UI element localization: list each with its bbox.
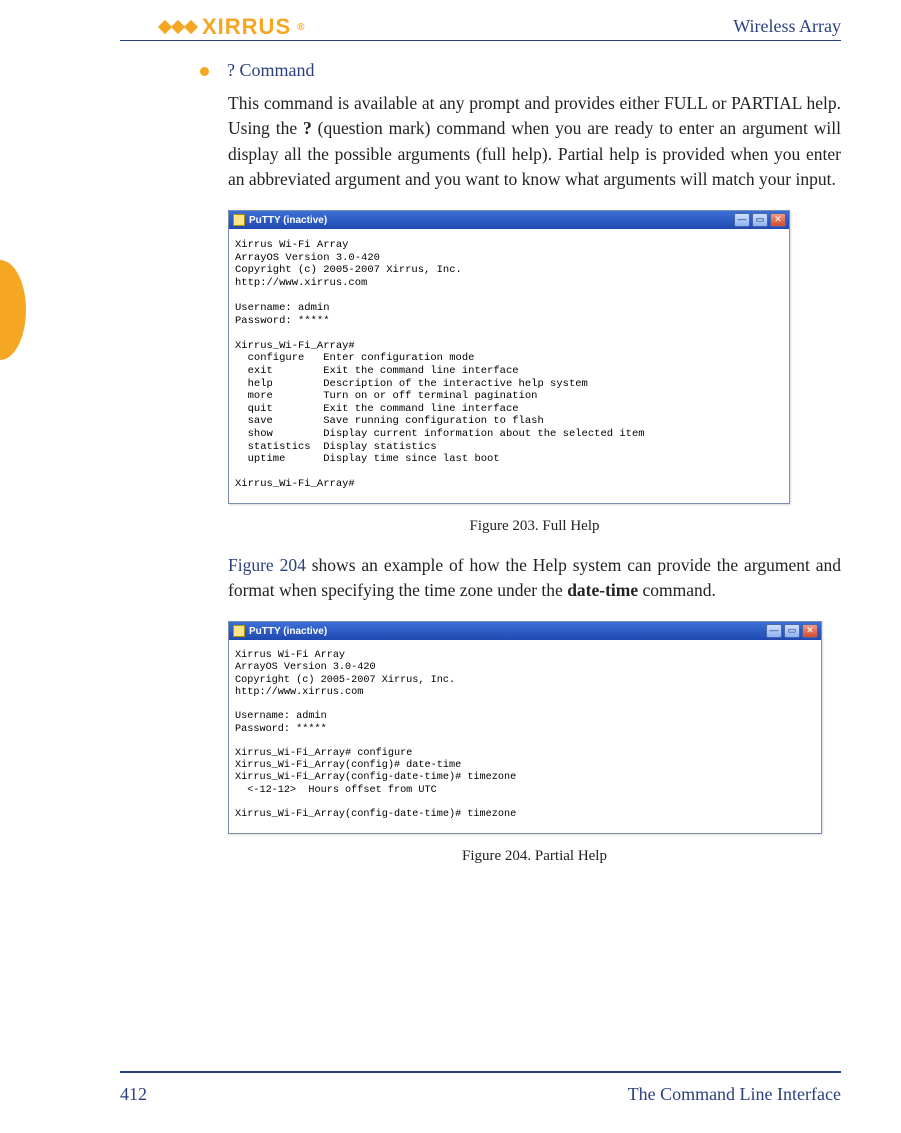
p1-text-b: (question mark) command when you are rea…	[228, 118, 841, 189]
brand-logo: XIRRUS ®	[160, 14, 306, 40]
terminal-output-2: Xirrus Wi-Fi Array ArrayOS Version 3.0-4…	[229, 640, 821, 833]
header-rule	[120, 40, 841, 41]
figure-204-caption: Figure 204. Partial Help	[228, 848, 841, 865]
figure-204-reference[interactable]: Figure 204	[228, 555, 312, 575]
page-footer: 412 The Command Line Interface	[120, 1084, 841, 1105]
bullet-heading-row: ? Command	[200, 60, 841, 81]
date-time-keyword: date-time	[567, 580, 638, 600]
putty-app-icon	[233, 625, 245, 637]
window-controls-2: — ▭ ✕	[766, 624, 818, 638]
minimize-button[interactable]: —	[766, 624, 782, 638]
putty-app-icon	[233, 214, 245, 226]
maximize-button[interactable]: ▭	[752, 213, 768, 227]
putty-titlebar-2: PuTTY (inactive) — ▭ ✕	[229, 622, 821, 640]
p2-text-a: shows an example of how the Help system …	[228, 555, 841, 600]
main-content: ? Command This command is available at a…	[200, 60, 841, 865]
terminal-output-1: Xirrus Wi-Fi Array ArrayOS Version 3.0-4…	[229, 229, 789, 503]
minimize-button[interactable]: —	[734, 213, 750, 227]
logo-text: XIRRUS	[202, 14, 291, 40]
putty-titlebar: PuTTY (inactive) — ▭ ✕	[229, 211, 789, 229]
maximize-button[interactable]: ▭	[784, 624, 800, 638]
side-tab-icon	[0, 260, 26, 360]
bullet-icon	[200, 67, 209, 76]
p2-text-b: command.	[638, 580, 716, 600]
logo-shapes-icon	[160, 22, 196, 32]
close-button[interactable]: ✕	[770, 213, 786, 227]
paragraph-1: This command is available at any prompt …	[228, 91, 841, 193]
figure-203-caption: Figure 203. Full Help	[228, 518, 841, 535]
bullet-heading: ? Command	[227, 60, 315, 81]
document-title: Wireless Array	[733, 16, 841, 37]
section-name: The Command Line Interface	[628, 1084, 841, 1105]
close-button[interactable]: ✕	[802, 624, 818, 638]
footer-rule	[120, 1071, 841, 1073]
putty-title-text-2: PuTTY (inactive)	[249, 626, 327, 637]
page: XIRRUS ® Wireless Array ? Command This co…	[0, 0, 901, 1133]
putty-window-partial-help: PuTTY (inactive) — ▭ ✕ Xirrus Wi-Fi Arra…	[228, 621, 822, 834]
paragraph-2: Figure 204 shows an example of how the H…	[228, 553, 841, 604]
putty-window-full-help: PuTTY (inactive) — ▭ ✕ Xirrus Wi-Fi Arra…	[228, 210, 790, 504]
p1-question-mark: ?	[303, 118, 312, 138]
window-controls: — ▭ ✕	[734, 213, 786, 227]
registered-icon: ®	[297, 22, 305, 33]
page-number: 412	[120, 1084, 147, 1105]
putty-title-text: PuTTY (inactive)	[249, 215, 327, 226]
